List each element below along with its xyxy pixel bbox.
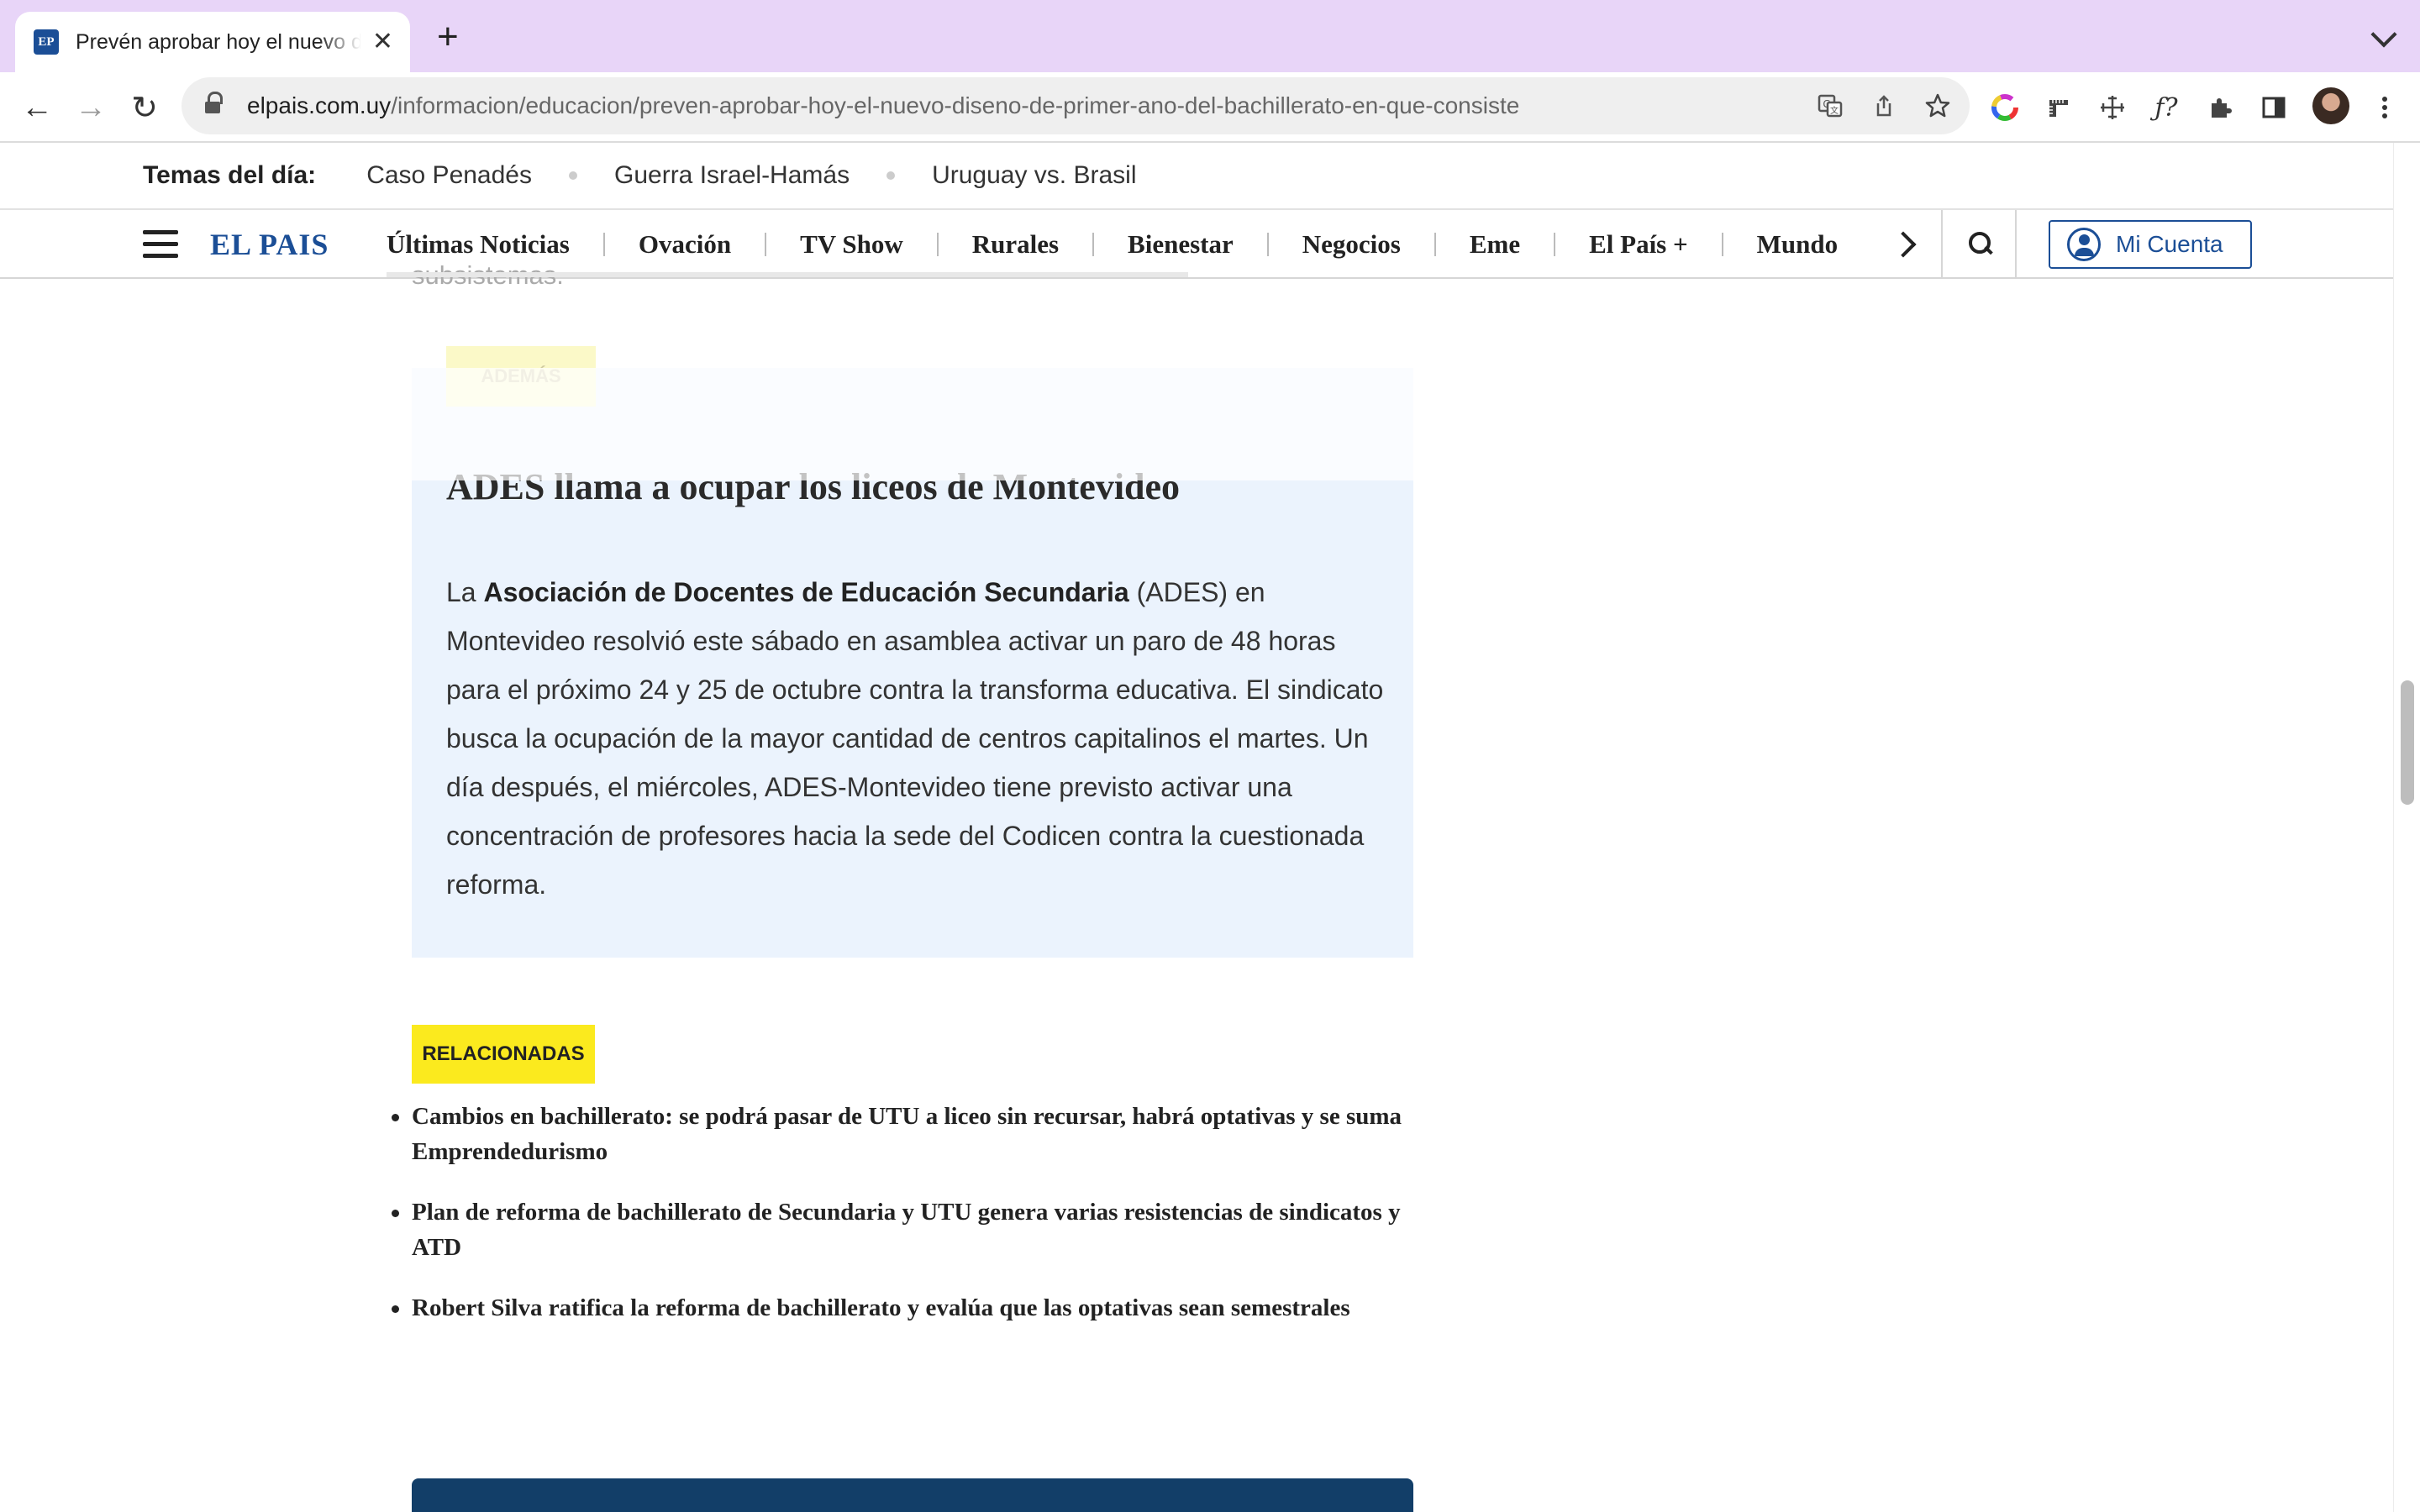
- topics-label: Temas del día:: [143, 161, 317, 189]
- color-picker-icon[interactable]: [1988, 91, 2022, 124]
- related-link[interactable]: Robert Silva ratifica la reforma de bach…: [392, 1290, 1420, 1326]
- user-icon: [2067, 228, 2101, 261]
- topics-bar: Temas del día: Caso Penadés Guerra Israe…: [0, 143, 2393, 210]
- nav-item-ovacion[interactable]: Ovación: [639, 229, 731, 260]
- tab-search-chevron-icon[interactable]: [2370, 21, 2397, 48]
- hamburger-menu-icon[interactable]: [143, 230, 178, 259]
- address-bar[interactable]: elpais.com.uy/informacion/educacion/prev…: [182, 77, 1970, 134]
- page-scrollbar[interactable]: [2393, 143, 2420, 1512]
- nav-separator: [1554, 233, 1556, 256]
- tab-close-icon[interactable]: ✕: [372, 27, 393, 57]
- tab-favicon-icon: EP: [34, 29, 59, 55]
- url-text[interactable]: elpais.com.uy/informacion/educacion/prev…: [247, 92, 1519, 119]
- fade-overlay: [412, 368, 1413, 480]
- nav-separator: [1092, 233, 1095, 256]
- extensions-icon[interactable]: [2203, 91, 2237, 124]
- nav-item-bienestar[interactable]: Bienestar: [1128, 229, 1234, 260]
- nav-divider: [2015, 210, 2017, 279]
- font-icon[interactable]: ƒ?: [2149, 91, 2183, 124]
- browser-tab[interactable]: EP Prevén aprobar hoy el nuevo diseño ✕: [15, 12, 410, 72]
- bookmark-star-icon[interactable]: [1923, 91, 1953, 121]
- nav-item-eme[interactable]: Eme: [1470, 229, 1520, 260]
- nav-item-el-pais-plus[interactable]: El País +: [1589, 229, 1688, 260]
- nav-item-ultimas-noticias[interactable]: Últimas Noticias: [387, 229, 570, 260]
- nav-divider: [1941, 210, 1943, 279]
- ruler-icon[interactable]: [2042, 91, 2075, 124]
- account-label: Mi Cuenta: [2116, 231, 2223, 257]
- nav-item-rurales[interactable]: Rurales: [972, 229, 1059, 260]
- related-list: Cambios en bachillerato: se podrá pasar …: [392, 1099, 1420, 1351]
- browser-tab-bar: EP Prevén aprobar hoy el nuevo diseño ✕ …: [0, 0, 2420, 72]
- translate-icon[interactable]: G文: [1815, 91, 1845, 121]
- forward-button[interactable]: →: [69, 86, 113, 129]
- nav-separator: [1721, 233, 1723, 256]
- scrollbar-thumb[interactable]: [2401, 680, 2414, 805]
- move-icon[interactable]: [2096, 91, 2129, 124]
- topic-link[interactable]: Caso Penadés: [366, 161, 532, 190]
- reload-button[interactable]: ↻: [123, 86, 166, 129]
- new-tab-button[interactable]: +: [437, 18, 459, 55]
- browser-toolbar: ← → ↻ elpais.com.uy/informacion/educacio…: [0, 72, 2420, 143]
- back-button[interactable]: ←: [15, 86, 59, 129]
- chevron-right-icon[interactable]: [1890, 231, 1917, 258]
- site-logo[interactable]: EL PAIS: [210, 227, 329, 262]
- nav-separator: [1434, 233, 1436, 256]
- topic-link[interactable]: Uruguay vs. Brasil: [932, 161, 1136, 190]
- related-tag: RELACIONADAS: [412, 1025, 595, 1084]
- share-icon[interactable]: [1869, 91, 1899, 121]
- nav-separator: [1266, 233, 1269, 256]
- sticky-shadow: [387, 272, 1188, 277]
- nav-separator: [602, 233, 605, 256]
- nav-separator: [765, 233, 767, 256]
- nav-item-mundo[interactable]: Mundo: [1757, 229, 1838, 260]
- nav-item-negocios[interactable]: Negocios: [1302, 229, 1401, 260]
- nav-item-tv-show[interactable]: TV Show: [800, 229, 903, 260]
- topic-separator: [569, 171, 577, 180]
- nav-separator: [936, 233, 939, 256]
- related-link[interactable]: Cambios en bachillerato: se podrá pasar …: [392, 1099, 1420, 1169]
- topic-separator: [886, 171, 896, 180]
- ademas-body-bold: Asociación de Docentes de Educación Secu…: [483, 577, 1129, 607]
- profile-avatar[interactable]: [2312, 87, 2349, 124]
- nav-items: Últimas Noticias Ovación TV Show Rurales…: [387, 210, 1838, 279]
- newsletter-banner: [412, 1478, 1413, 1512]
- svg-text:文: 文: [1830, 105, 1839, 116]
- lock-icon[interactable]: [205, 92, 223, 115]
- account-button[interactable]: Mi Cuenta: [2049, 220, 2252, 269]
- tab-title: Prevén aprobar hoy el nuevo diseño: [76, 29, 361, 54]
- related-link[interactable]: Plan de reforma de bachillerato de Secun…: [392, 1194, 1420, 1265]
- main-nav: EL PAIS Últimas Noticias Ovación TV Show…: [0, 210, 2393, 279]
- ademas-body: La Asociación de Docentes de Educación S…: [446, 577, 1384, 900]
- menu-icon[interactable]: [2368, 91, 2402, 124]
- side-panel-icon[interactable]: [2257, 91, 2291, 124]
- topic-link[interactable]: Guerra Israel-Hamás: [614, 161, 850, 190]
- search-icon[interactable]: [1969, 232, 1992, 255]
